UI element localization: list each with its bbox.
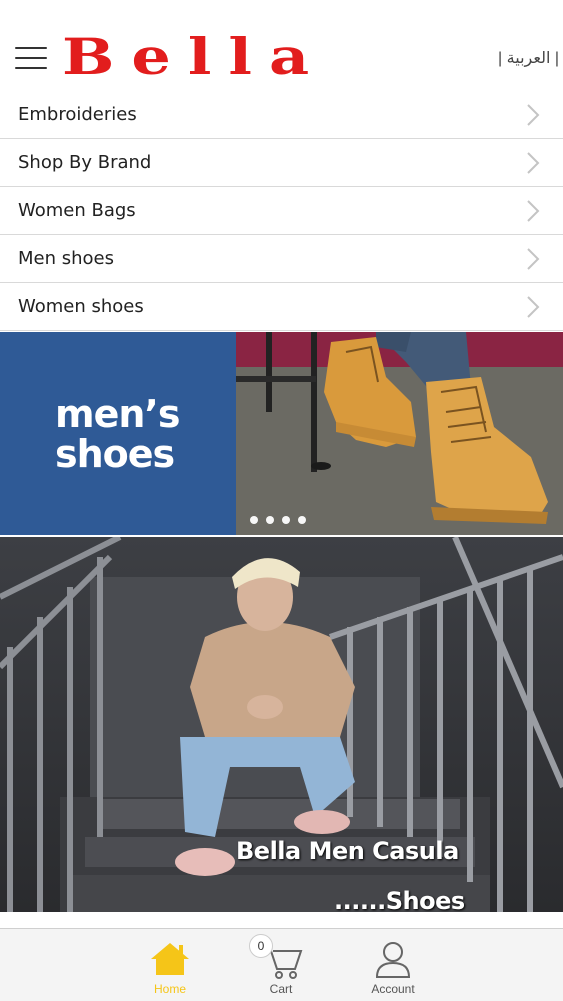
category-list: Embroideries Shop By Brand Women Bags Me…	[0, 91, 563, 331]
hamburger-menu-icon[interactable]	[15, 47, 47, 71]
chevron-right-icon	[527, 248, 540, 270]
tab-cart[interactable]: 0 Cart	[236, 929, 326, 1001]
boots-photo	[236, 332, 563, 535]
hero-banner-carousel[interactable]: men’s shoes	[0, 332, 563, 535]
chevron-right-icon	[527, 104, 540, 126]
category-label: Women Bags	[18, 200, 136, 221]
tab-account-label: Account	[371, 982, 415, 996]
user-icon	[375, 942, 411, 978]
carousel-dot[interactable]	[282, 516, 290, 524]
chevron-right-icon	[527, 152, 540, 174]
tab-home-label: Home	[153, 982, 186, 996]
cart-count-badge: 0	[249, 934, 273, 958]
category-item-women-shoes[interactable]: Women shoes	[0, 283, 563, 331]
chevron-right-icon	[527, 200, 540, 222]
home-icon	[151, 943, 189, 975]
category-label: Women shoes	[18, 296, 144, 317]
hero-title: men’s shoes	[55, 392, 180, 476]
category-item-men-shoes[interactable]: Men shoes	[0, 235, 563, 283]
tab-cart-label: Cart	[269, 982, 293, 996]
app-header: Bella | العربية |	[0, 0, 563, 92]
hero-blue-panel: men’s shoes	[0, 332, 236, 535]
promo-caption-line1: Bella Men Casula	[236, 837, 459, 865]
chevron-right-icon	[527, 296, 540, 318]
menu-line	[15, 67, 47, 69]
hero-title-line1: men’s	[55, 392, 180, 436]
category-item-women-bags[interactable]: Women Bags	[0, 187, 563, 235]
category-label: Embroideries	[18, 104, 137, 125]
promo-banner[interactable]: Bella Men Casula ......Shoes	[0, 537, 563, 912]
promo-caption-line2: ......Shoes	[334, 887, 465, 912]
carousel-dots	[250, 516, 306, 526]
language-switch-link[interactable]: | العربية |	[498, 48, 559, 68]
carousel-dot[interactable]	[266, 516, 274, 524]
category-item-embroideries[interactable]: Embroideries	[0, 91, 563, 139]
tab-home[interactable]: Home	[125, 929, 215, 1001]
category-label: Shop By Brand	[18, 152, 152, 173]
bella-logo[interactable]: Bella	[62, 29, 452, 85]
menu-line	[15, 47, 47, 49]
tab-account[interactable]: Account	[348, 929, 438, 1001]
carousel-dot[interactable]	[298, 516, 306, 524]
menu-line	[15, 57, 47, 59]
category-label: Men shoes	[18, 248, 114, 269]
category-item-shop-by-brand[interactable]: Shop By Brand	[0, 139, 563, 187]
bottom-tab-bar: Home 0 Cart Account	[0, 928, 563, 1001]
hero-title-line2: shoes	[55, 432, 175, 476]
carousel-dot[interactable]	[250, 516, 258, 524]
